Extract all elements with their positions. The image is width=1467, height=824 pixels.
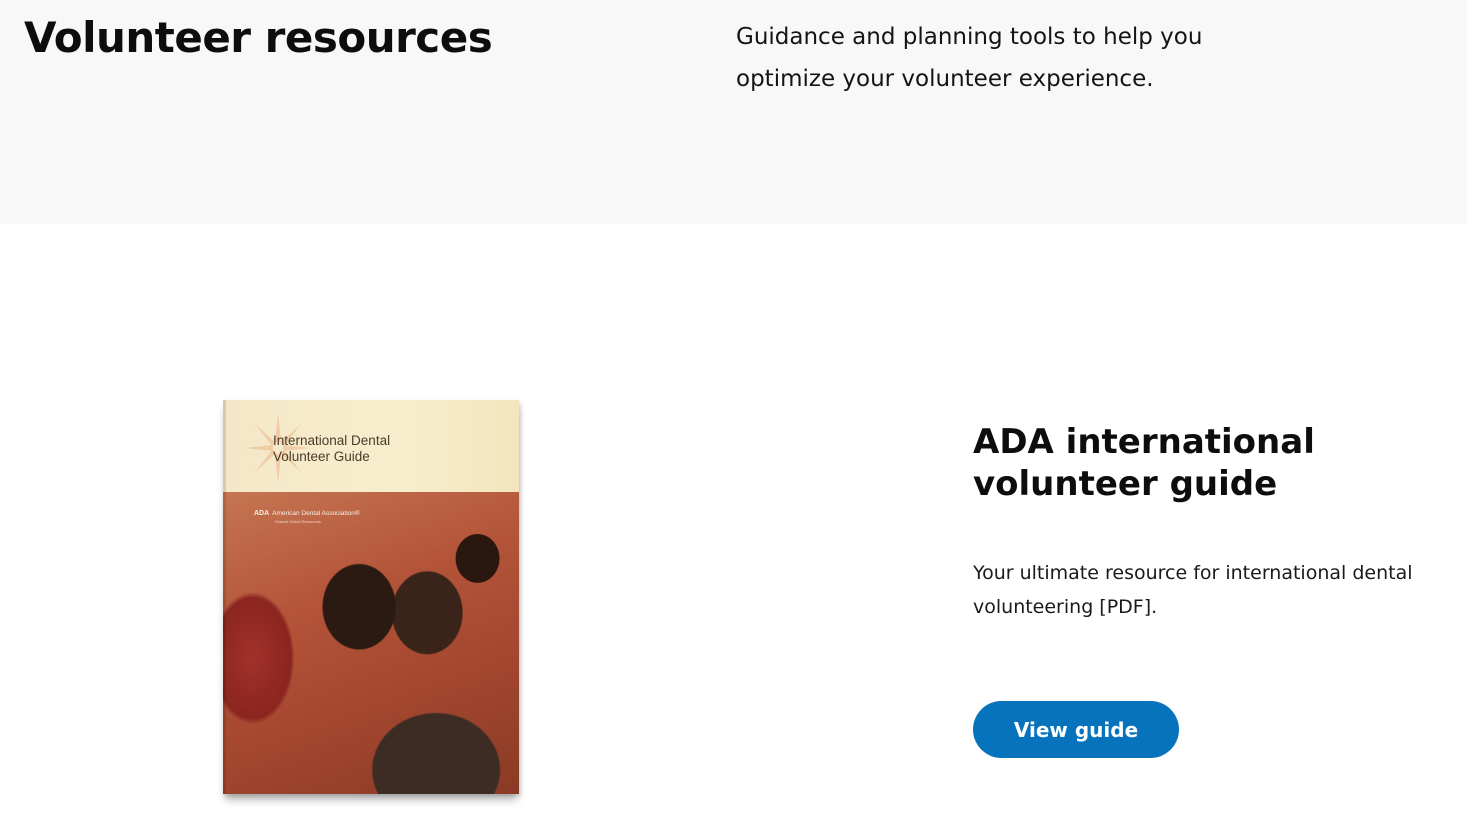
guide-cover-image: International Dental Volunteer Guide ADA… <box>223 400 519 794</box>
view-guide-button[interactable]: View guide <box>973 701 1179 758</box>
hero-section: Volunteer resources Guidance and plannin… <box>0 0 1467 224</box>
resource-description: Your ultimate resource for international… <box>973 562 1413 618</box>
cover-title-line-2: Volunteer Guide <box>273 449 370 464</box>
cover-title: International Dental Volunteer Guide <box>273 433 390 465</box>
cover-brand: ADA American Dental Association® <box>254 510 360 518</box>
resource-title: ADA international volunteer guide <box>973 422 1315 504</box>
cover-title-line-1: International Dental <box>273 433 391 448</box>
cover-spine <box>223 400 226 794</box>
brand-name: American Dental Association® <box>272 510 360 517</box>
cover-photo: ADA American Dental Association® Shared G… <box>223 492 519 794</box>
cover-header: International Dental Volunteer Guide <box>223 400 519 492</box>
ada-logo: ADA <box>254 510 270 517</box>
page-description: Guidance and planning tools to help you … <box>736 24 1203 92</box>
page-title: Volunteer resources <box>24 13 493 62</box>
brand-subtitle: Shared Global Resources <box>275 519 321 524</box>
